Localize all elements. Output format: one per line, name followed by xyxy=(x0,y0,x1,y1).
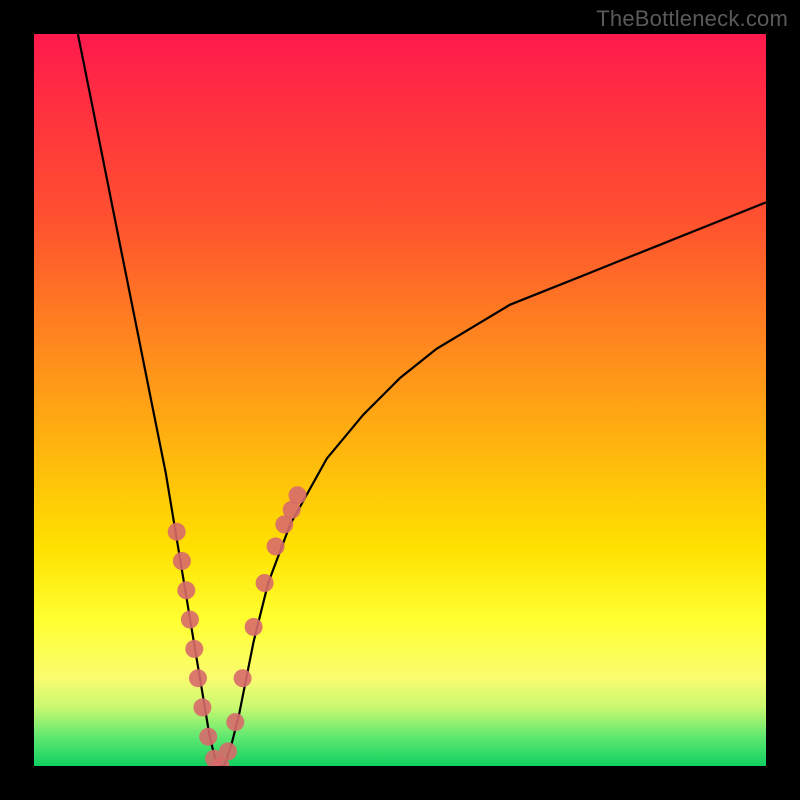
highlight-dot xyxy=(234,669,252,687)
highlight-dot xyxy=(193,698,211,716)
curve-path xyxy=(78,34,766,766)
highlight-dot xyxy=(267,537,285,555)
curve-svg xyxy=(34,34,766,766)
watermark-text: TheBottleneck.com xyxy=(596,6,788,32)
highlight-dot xyxy=(199,728,217,746)
highlight-dot xyxy=(177,581,195,599)
highlight-dot xyxy=(245,618,263,636)
highlight-dot xyxy=(226,713,244,731)
highlight-dot xyxy=(173,552,191,570)
plot-area xyxy=(34,34,766,766)
highlight-dot xyxy=(219,742,237,760)
chart-frame: TheBottleneck.com xyxy=(0,0,800,800)
highlight-dots xyxy=(168,486,307,766)
highlight-dot xyxy=(181,611,199,629)
highlight-dot xyxy=(185,640,203,658)
highlight-dot xyxy=(189,669,207,687)
highlight-dot xyxy=(256,574,274,592)
highlight-dot xyxy=(289,486,307,504)
highlight-dot xyxy=(168,523,186,541)
bottleneck-curve xyxy=(78,34,766,766)
